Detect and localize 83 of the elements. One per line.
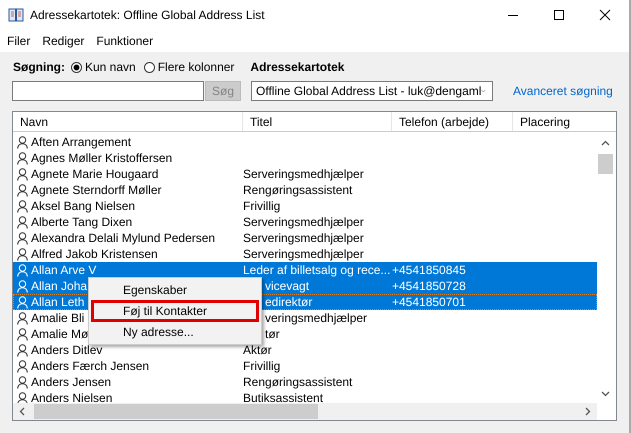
contact-title: Serveringsmedhjælper xyxy=(243,215,364,229)
contact-name[interactable]: Anders Færch Jensen xyxy=(31,359,150,373)
selected-row[interactable]: Allan Arve V Leder af billetsalg og rece...+4541850845 xyxy=(13,262,597,278)
contact-name[interactable]: Anders Ditlev xyxy=(31,343,102,357)
contact-name[interactable]: Allan Leth xyxy=(31,295,84,309)
person-icon xyxy=(17,296,28,308)
contact-name[interactable]: Agnete Sterndorff Møller xyxy=(31,183,162,197)
contact-title: veringsmedhjælper xyxy=(265,311,368,325)
person-icon xyxy=(17,328,28,340)
radio-button[interactable] xyxy=(144,62,155,72)
person-icon xyxy=(17,312,28,324)
scroll-right-icon[interactable] xyxy=(585,407,591,416)
scroll-down-icon[interactable] xyxy=(601,391,610,397)
contact-name[interactable]: Anders Jensen xyxy=(31,375,112,389)
menu-item[interactable]: Funktioner xyxy=(96,34,154,48)
person-icon xyxy=(17,264,28,276)
person-icon xyxy=(17,184,28,196)
contact-title: Leder af billetsalg og rece... xyxy=(243,263,390,277)
person-icon xyxy=(17,152,28,164)
contact-name[interactable]: Alberte Tang Dixen xyxy=(31,215,132,229)
radio-option[interactable]: Flere kolonner xyxy=(144,60,234,74)
horizontal-scrollbar[interactable] xyxy=(13,403,597,420)
person-icon xyxy=(17,280,28,292)
phone-number: +4541850728 xyxy=(392,279,466,293)
close-icon[interactable] xyxy=(599,9,611,21)
contact-title: Frivillig xyxy=(243,199,280,213)
radio-button[interactable] xyxy=(70,62,82,72)
context-menu-item[interactable]: Føj til Kontakter xyxy=(91,300,259,322)
search-field[interactable] xyxy=(12,81,204,101)
person-icon xyxy=(17,392,28,403)
search-label: Søgning: xyxy=(13,60,65,74)
contact-title: Serveringsmedhjælper xyxy=(243,167,364,181)
phone-number: +4541850845 xyxy=(392,263,466,277)
phone-number: +4541850701 xyxy=(392,295,466,309)
contact-name[interactable]: Alfred Jakob Kristensen xyxy=(31,247,158,261)
contact-name[interactable]: Aksel Bang Nielsen xyxy=(31,199,136,213)
address-book-icon xyxy=(8,8,24,22)
advanced-search-link[interactable]: Avanceret søgning xyxy=(513,84,613,98)
person-icon xyxy=(17,248,28,260)
person-icon xyxy=(17,216,28,228)
column-header[interactable]: Navn xyxy=(13,112,243,131)
contact-title: Rengøringsassistent xyxy=(243,183,352,197)
contact-title: Rengøringsassistent xyxy=(243,375,352,389)
contact-title: vicevagt xyxy=(265,279,310,293)
person-icon xyxy=(17,200,28,212)
contact-title: Frivillig xyxy=(243,359,280,373)
person-icon xyxy=(17,376,28,388)
maximize-icon[interactable] xyxy=(553,9,565,21)
contact-name[interactable]: Aften Arrangement xyxy=(31,135,132,149)
scroll-thumb[interactable] xyxy=(34,404,318,419)
menu-item[interactable]: Rediger xyxy=(42,34,84,48)
contact-name[interactable]: Amalie Bli xyxy=(31,311,84,325)
address-book-dropdown[interactable]: Offline Global Address List - luk@dengaml xyxy=(251,81,493,101)
contact-title: edirektør xyxy=(265,295,312,309)
contact-name[interactable]: Alexandra Delali Mylund Pedersen xyxy=(31,231,216,245)
contact-title: Serveringsmedhjælper xyxy=(243,231,364,245)
person-icon xyxy=(17,168,28,180)
contact-title: Aktør xyxy=(243,343,272,357)
contact-name[interactable]: Agnes Møller Kristoffersen xyxy=(31,151,172,165)
contact-title: tør xyxy=(265,327,280,341)
contact-name[interactable]: Amalie Mø xyxy=(31,327,88,341)
scroll-left-icon[interactable] xyxy=(19,407,25,416)
person-icon xyxy=(17,232,28,244)
chevron-down-icon xyxy=(481,88,486,94)
column-header[interactable]: Placering xyxy=(513,112,614,131)
contact-title: Serveringsmedhjælper xyxy=(243,247,364,261)
contact-name[interactable]: Allan Arve V xyxy=(31,263,96,277)
column-header[interactable]: Telefon (arbejde) xyxy=(392,112,513,131)
radio-option[interactable]: Kun navn xyxy=(70,60,136,74)
scroll-up-icon[interactable] xyxy=(601,140,610,146)
contact-name[interactable]: Agnete Marie Hougaard xyxy=(31,167,158,181)
window-title: Adressekartotek: Offline Global Address List xyxy=(30,8,265,22)
person-icon xyxy=(17,136,28,148)
contact-title: Butiksassistent xyxy=(243,391,324,403)
context-menu-item[interactable]: Ny adresse... xyxy=(91,322,259,342)
contact-name[interactable]: Allan Joha xyxy=(31,279,88,293)
menu-item[interactable]: Filer xyxy=(7,34,30,48)
contact-name[interactable]: Anders Nielsen xyxy=(31,391,112,403)
address-book-label: Adressekartotek xyxy=(250,60,344,74)
scroll-thumb[interactable] xyxy=(598,154,613,174)
column-header[interactable]: Titel xyxy=(243,112,392,131)
person-icon xyxy=(17,360,28,372)
person-icon xyxy=(17,344,28,356)
